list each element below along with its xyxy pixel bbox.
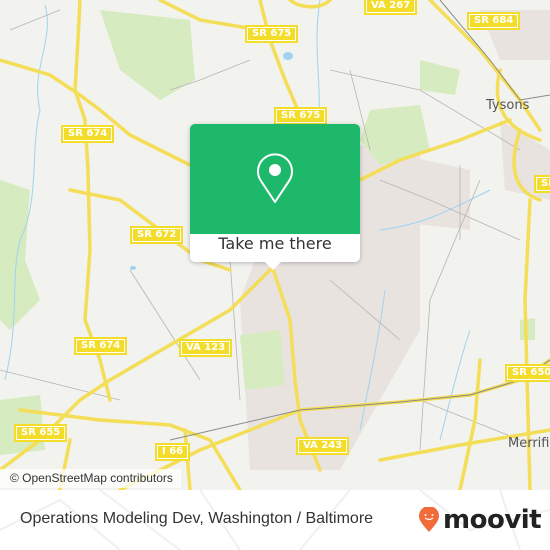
place-label-merrifield: Merrifie xyxy=(508,436,550,451)
road-label-va-123: VA 123 xyxy=(179,339,233,357)
moovit-wordmark: moovit xyxy=(443,505,542,535)
moovit-pin-icon xyxy=(419,507,439,532)
road-label-va-267: VA 267 xyxy=(364,0,418,15)
location-popup: Take me there xyxy=(190,124,360,270)
take-me-there-button[interactable]: Take me there xyxy=(190,234,360,262)
popup-header[interactable] xyxy=(190,124,360,234)
road-label-sr-655: SR 655 xyxy=(14,424,68,442)
road-label-sr-675: SR 675 xyxy=(274,107,328,125)
road-label-sr-650: SR 650 xyxy=(505,364,550,382)
location-title: Operations Modeling Dev, Washington / Ba… xyxy=(20,510,374,527)
popup-tail xyxy=(264,261,282,270)
road-label-sr-672: SR 672 xyxy=(130,226,184,244)
road-label-sr-684: SR 684 xyxy=(467,12,521,30)
map[interactable]: VA 267 SR 684 SR 675 SR 675 SR 674 SR 67… xyxy=(0,0,550,490)
road-label-va-243: VA 243 xyxy=(296,437,350,455)
road-label-i-66: I 66 xyxy=(155,443,191,461)
road-label-sr-674: SR 674 xyxy=(61,125,115,143)
map-attribution[interactable]: © OpenStreetMap contributors xyxy=(0,469,181,488)
map-pin-icon xyxy=(257,153,293,203)
road-label-sr: SR xyxy=(534,175,550,193)
road-label-sr-674: SR 674 xyxy=(74,337,128,355)
place-label-tysons: Tysons xyxy=(486,98,530,113)
footer: Operations Modeling Dev, Washington / Ba… xyxy=(0,490,550,550)
road-label-sr-675: SR 675 xyxy=(245,25,299,43)
moovit-logo[interactable]: moovit xyxy=(418,505,542,535)
